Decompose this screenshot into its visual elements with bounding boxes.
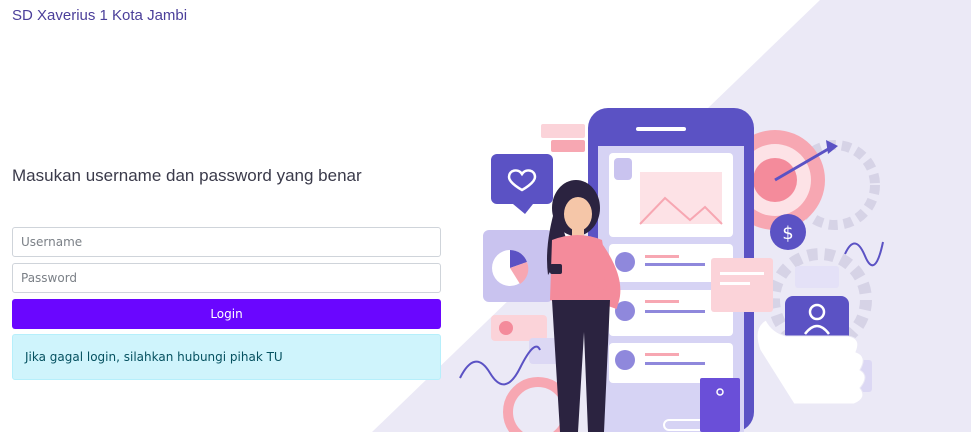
dollar-icon: $ (770, 214, 806, 250)
login-info-alert: Jika gagal login, silahkan hubungi pihak… (12, 334, 441, 380)
heart-icon (491, 154, 553, 214)
brand-link[interactable]: SD Xaverius 1 Kota Jambi (12, 7, 187, 24)
password-input[interactable] (12, 263, 441, 293)
login-form: Masukan username dan password yang benar… (12, 166, 441, 380)
shopping-bag-icon (700, 378, 740, 432)
pie-chart-card (483, 230, 553, 302)
username-input[interactable] (12, 227, 441, 257)
image-icon (640, 172, 722, 224)
alert-text: Jika gagal login, silahkan hubungi pihak… (25, 350, 283, 364)
login-heading: Masukan username dan password yang benar (12, 166, 362, 185)
login-button[interactable]: Login (12, 299, 441, 329)
login-illustration: $ (459, 108, 884, 432)
svg-text:$: $ (782, 223, 793, 244)
